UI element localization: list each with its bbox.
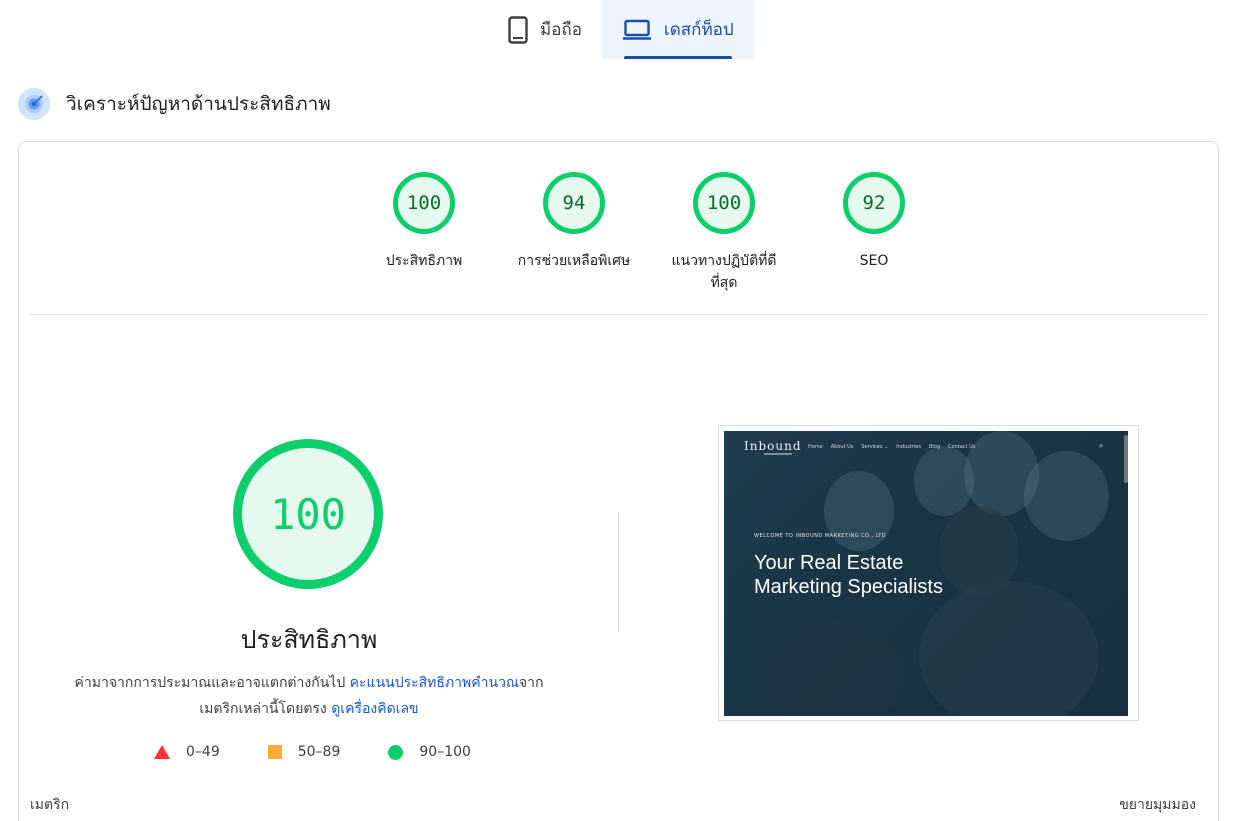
divider xyxy=(30,314,1208,315)
site-nav-item: Services ⌄ xyxy=(861,444,889,450)
tab-mobile-label: มือถือ xyxy=(540,20,582,40)
scrollbar xyxy=(1124,435,1128,483)
metrics-label: เมตริก xyxy=(30,797,70,813)
expand-view-toggle[interactable]: ขยายมุมมอง xyxy=(1119,794,1196,816)
site-nav-item: Blog xyxy=(928,444,941,450)
square-icon xyxy=(267,745,282,759)
performance-score-gauge: 100 xyxy=(233,439,383,589)
site-nav-item: About Us xyxy=(830,444,854,450)
legend-item-average: 50–89 xyxy=(267,744,341,760)
gauge-label: SEO xyxy=(859,253,889,269)
search-icon: ⌕ xyxy=(1099,441,1104,450)
site-logo: Inbound xyxy=(744,439,802,453)
category-gauges: 100 ประสิทธิภาพ 94 การช่วยเหลือพิเศษ 100… xyxy=(349,172,949,294)
screenshot-image: Inbound Home About Us Services ⌄ Industr… xyxy=(724,431,1128,716)
calculator-link[interactable]: ดูเครื่องคิดเลข xyxy=(331,701,418,717)
gauge-score: 100 xyxy=(693,172,755,234)
gauge-label: การช่วยเหลือพิเศษ xyxy=(517,253,631,269)
gauge-label: ประสิทธิภาพ xyxy=(385,253,463,269)
legend-item-pass: 90–100 xyxy=(388,744,471,760)
gauge-performance[interactable]: 100 ประสิทธิภาพ xyxy=(349,172,499,294)
legend-range: 50–89 xyxy=(297,744,341,760)
gauge-score: 92 xyxy=(843,172,905,234)
gauge-label: แนวทางปฏิบัติที่ดีที่สุด xyxy=(671,253,777,291)
target-icon xyxy=(18,88,50,120)
section-title: วิเคราะห์ปัญหาด้านประสิทธิภาพ xyxy=(66,93,331,115)
desc-text: ค่ามาจากการประมาณและอาจแตกต่างกันไป xyxy=(74,675,350,691)
report-card: 100 ประสิทธิภาพ 94 การช่วยเหลือพิเศษ 100… xyxy=(18,141,1219,821)
device-tabs: มือถือ เดสก์ท็อป xyxy=(488,0,754,59)
site-headline: Your Real Estate Marketing Specialists xyxy=(754,552,943,598)
score-calculation-link[interactable]: คะแนนประสิทธิภาพคำนวณ xyxy=(350,675,519,691)
tab-desktop[interactable]: เดสก์ท็อป xyxy=(601,0,754,59)
gauge-best-practices[interactable]: 100 แนวทางปฏิบัติที่ดีที่สุด xyxy=(649,172,799,294)
circle-icon xyxy=(388,744,404,760)
gauge-score: 94 xyxy=(543,172,605,234)
vertical-divider xyxy=(618,512,619,632)
site-nav-item: Contact Us xyxy=(948,444,976,450)
gauge-seo[interactable]: 92 SEO xyxy=(799,172,949,294)
gauge-accessibility[interactable]: 94 การช่วยเหลือพิเศษ xyxy=(499,172,649,294)
site-kicker: WELCOME TO INBOUND MARKETING CO., LTD xyxy=(754,533,887,539)
legend-range: 0–49 xyxy=(186,744,220,760)
triangle-icon xyxy=(154,745,170,759)
site-logo-underline xyxy=(764,453,792,455)
page-screenshot-thumbnail[interactable]: Inbound Home About Us Services ⌄ Industr… xyxy=(718,425,1139,721)
legend-item-fail: 0–49 xyxy=(154,744,220,760)
legend-range: 90–100 xyxy=(419,744,471,760)
tab-mobile[interactable]: มือถือ xyxy=(488,0,602,59)
site-nav: Home About Us Services ⌄ Industries Blog… xyxy=(808,444,975,450)
tab-desktop-label: เดสก์ท็อป xyxy=(663,20,734,40)
section-header: วิเคราะห์ปัญหาด้านประสิทธิภาพ xyxy=(18,88,331,120)
site-nav-item: Industries xyxy=(896,444,921,450)
laptop-icon xyxy=(622,19,652,41)
site-nav-item: Home xyxy=(808,444,823,450)
gauge-score: 100 xyxy=(393,172,455,234)
performance-title: ประสิทธิภาพ xyxy=(240,625,378,654)
phone-icon xyxy=(508,15,528,44)
score-legend: 0–49 50–89 90–100 xyxy=(154,744,519,760)
performance-description: ค่ามาจากการประมาณและอาจแตกต่างกันไป คะแน… xyxy=(69,670,549,722)
